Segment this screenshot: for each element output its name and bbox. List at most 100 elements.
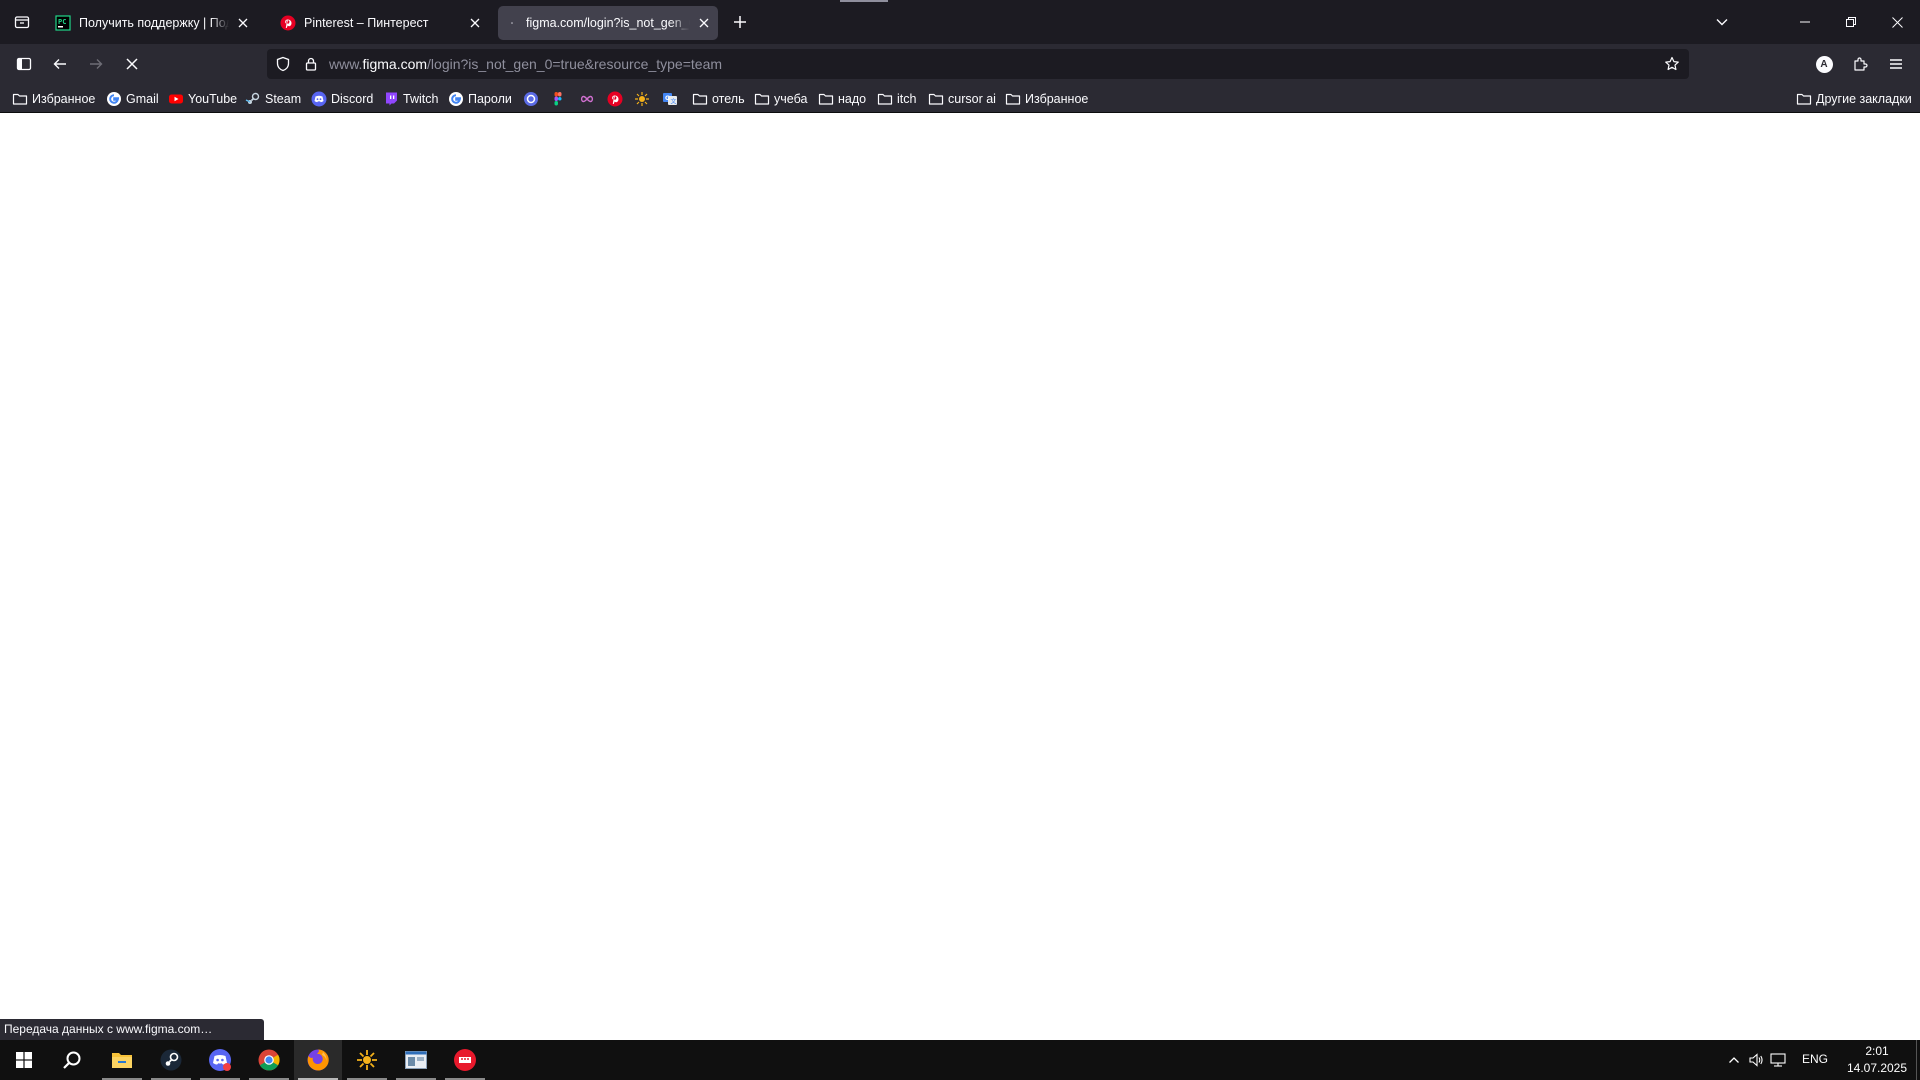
tab-pinterest[interactable]: Pinterest – Пинтерест [270,6,492,40]
url-path: /login?is_not_gen_0=true&resource_type=t… [427,56,723,72]
clock[interactable]: 2:01 14.07.2025 [1842,1043,1912,1077]
bookmark-label: отель [712,92,745,106]
bookmark-translate[interactable]: G文 [662,88,678,110]
shield-icon[interactable] [275,56,291,72]
bookmark-gmail[interactable]: Gmail [106,88,159,110]
bookmark-label: Discord [331,92,374,106]
firefox-view-button[interactable] [6,6,38,38]
bookmark-folder-favorites[interactable]: Избранное [12,88,95,110]
start-button[interactable] [0,1040,48,1080]
bookmark-folder-todo[interactable]: надо [818,88,866,110]
sun-icon [635,92,649,106]
taskbar-discord[interactable] [196,1040,244,1080]
folder-icon [877,93,893,105]
extensions-button[interactable] [1844,48,1876,80]
google-icon [107,92,121,106]
bookmark-passwords[interactable]: Пароли [448,88,512,110]
lock-icon[interactable] [303,56,319,72]
svg-text:文: 文 [671,98,677,106]
forward-button[interactable] [80,48,112,80]
close-tab-icon[interactable] [696,15,712,31]
close-window-button[interactable] [1874,0,1920,44]
folder-icon [818,93,834,105]
search-button[interactable] [48,1040,96,1080]
bookmark-label: Избранное [32,92,96,106]
bookmark-label: itch [897,92,917,106]
taskbar-steam[interactable] [147,1040,195,1080]
taskbar-window-app[interactable] [392,1040,440,1080]
taskbar-chrome[interactable] [245,1040,293,1080]
svg-text:PC: PC [58,18,66,26]
bookmark-figma[interactable] [550,88,566,110]
app-menu-button[interactable] [1880,48,1912,80]
minimize-icon [1800,21,1810,23]
bookmark-steam[interactable]: Steam [245,88,301,110]
chevron-up-icon[interactable] [1728,1054,1740,1066]
firefox-icon [307,1049,329,1071]
stop-x-icon [126,58,138,70]
bookmark-icon-only[interactable] [523,88,539,110]
bookmark-youtube[interactable]: YouTube [168,88,237,110]
tab-support[interactable]: PC Получить поддержку | Поддержка [45,6,257,40]
minimize-button[interactable] [1782,0,1828,44]
tab-strip: PC Получить поддержку | Поддержка Pinter… [0,0,1920,44]
restore-button[interactable] [1828,0,1874,44]
taskbar-firefox[interactable] [294,1040,342,1080]
new-tab-button[interactable] [724,6,756,38]
url-text[interactable]: www.figma.com/login?is_not_gen_0=true&re… [329,49,722,79]
taskbar: ENG 2:01 14.07.2025 [0,1040,1920,1080]
other-bookmarks-folder[interactable]: Другие закладки [1796,88,1912,110]
red-app-icon [454,1049,476,1071]
close-tab-icon[interactable] [235,15,251,31]
windows-start-icon [16,1052,32,1068]
taskbar-red-app[interactable] [441,1040,489,1080]
sun-app-icon [357,1050,377,1070]
language-indicator[interactable]: ENG [1802,1052,1828,1066]
clock-time: 2:01 [1865,1044,1889,1058]
loading-indicator [840,0,888,2]
bookmark-folder-study[interactable]: учеба [754,88,807,110]
status-text: Передача данных с www.figma.com… [4,1022,213,1036]
bookmark-sun[interactable] [634,88,650,110]
bookmark-infinity[interactable] [579,88,595,110]
bookmark-pinterest[interactable] [607,88,623,110]
chrome-icon [258,1049,280,1071]
firefox-view-icon [14,16,30,29]
account-button[interactable]: A [1808,48,1840,80]
tab-title: Pinterest – Пинтерест [304,16,429,30]
taskbar-file-explorer[interactable] [98,1040,146,1080]
hamburger-menu-icon [1890,59,1902,69]
list-all-tabs-button[interactable] [1706,6,1738,38]
bookmark-folder-hotel[interactable]: отель [692,88,745,110]
stop-button[interactable] [116,48,148,80]
folder-icon [12,93,28,105]
tab-figma[interactable]: figma.com/login?is_not_gen_0=true&resour… [498,6,718,40]
infinity-icon [580,95,594,103]
taskbar-sun-app[interactable] [343,1040,391,1080]
tab-title: figma.com/login?is_not_gen_0=true&resour… [526,16,690,30]
bookmark-discord[interactable]: Discord [311,88,373,110]
network-icon[interactable] [1770,1052,1787,1068]
folder-icon [928,93,944,105]
system-tray: ENG 2:01 14.07.2025 [1720,1040,1920,1080]
back-button[interactable] [44,48,76,80]
show-desktop-button[interactable] [1916,1040,1920,1080]
window-app-icon [405,1051,427,1069]
close-tab-icon[interactable] [467,15,483,31]
star-bookmark-icon[interactable] [1664,56,1680,72]
loading-dot-icon [511,22,513,24]
bookmark-folder-favorites-2[interactable]: Избранное [1005,88,1088,110]
volume-icon[interactable] [1748,1052,1764,1068]
bookmark-twitch[interactable]: Twitch [383,88,438,110]
bookmarks-toolbar: Избранное Gmail YouTube Steam Discord Tw… [0,84,1920,113]
avatar-initial: A [1820,58,1828,70]
folder-icon [754,93,770,105]
folder-icon [692,93,708,105]
bookmark-folder-itch[interactable]: itch [877,88,916,110]
sidebar-button[interactable] [8,48,40,80]
pinterest-icon [607,91,623,107]
bookmark-folder-cursor-ai[interactable]: cursor ai [928,88,996,110]
url-bar[interactable]: www.figma.com/login?is_not_gen_0=true&re… [267,49,1689,79]
page-content[interactable] [0,113,1920,1040]
arrow-right-icon [90,59,103,69]
